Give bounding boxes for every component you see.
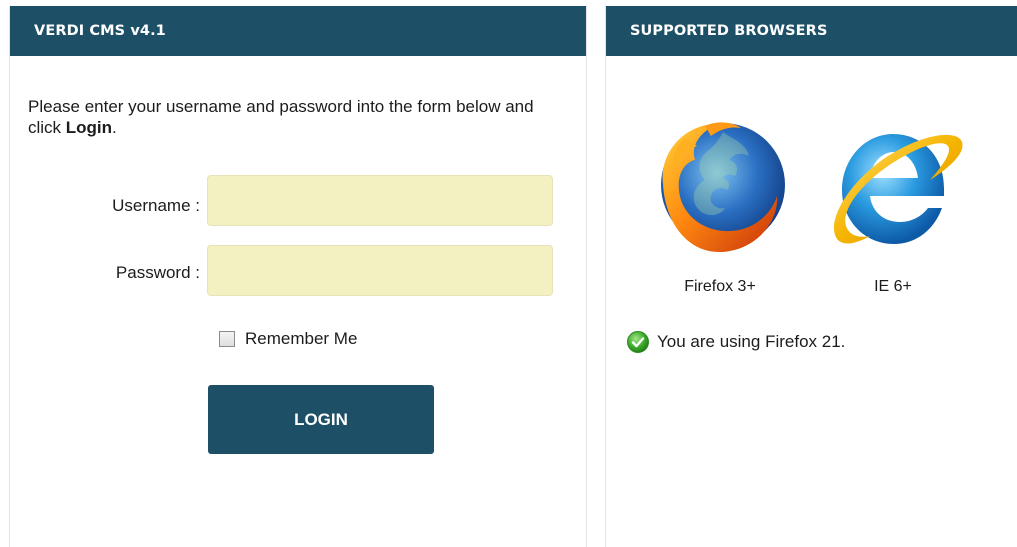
browser-ie: IE 6+ [813, 112, 973, 296]
login-instructions: Please enter your username and password … [28, 96, 568, 138]
check-icon [627, 331, 649, 353]
detected-browser-text: You are using Firefox 21. [657, 332, 846, 351]
browsers-panel-title: SUPPORTED BROWSERS [606, 6, 1017, 56]
ie-label: IE 6+ [874, 278, 912, 295]
password-input[interactable] [207, 245, 553, 296]
login-panel: VERDI CMS v4.1 Please enter your usernam… [9, 6, 587, 547]
username-input[interactable] [207, 175, 553, 226]
remember-me-checkbox[interactable] [219, 331, 235, 347]
username-label: Username : [112, 196, 200, 215]
firefox-label: Firefox 3+ [684, 278, 756, 295]
remember-me-label[interactable]: Remember Me [245, 329, 357, 349]
browser-firefox: Firefox 3+ [640, 112, 800, 296]
password-label: Password : [115, 263, 200, 282]
intro-bold-login: Login [65, 118, 113, 137]
intro-period: . [112, 118, 117, 137]
remember-me-row[interactable]: Remember Me [219, 329, 357, 349]
detected-browser: You are using Firefox 21. [626, 330, 845, 354]
firefox-icon [661, 122, 785, 252]
internet-explorer-icon [833, 134, 963, 244]
login-button[interactable]: LOGIN [208, 385, 434, 454]
browsers-panel: SUPPORTED BROWSERS Firefox 3+ IE 6+ You … [605, 6, 1017, 547]
login-panel-title: VERDI CMS v4.1 [10, 6, 586, 56]
